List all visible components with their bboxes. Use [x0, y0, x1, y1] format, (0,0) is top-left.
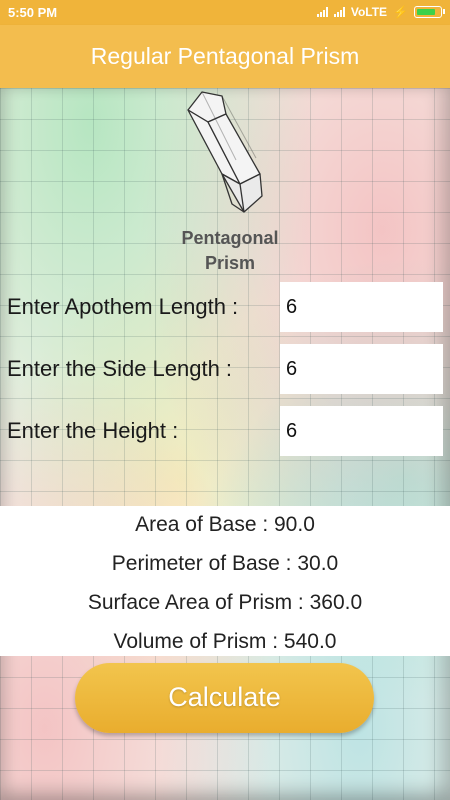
- side-length-row: Enter the Side Length :: [0, 344, 450, 394]
- signal-icon: [316, 7, 328, 17]
- charging-icon: ⚡: [393, 5, 408, 19]
- battery-icon: [414, 6, 445, 18]
- apothem-row: Enter Apothem Length :: [0, 282, 450, 332]
- area-of-base-result: Area of Base : 90.0: [135, 513, 315, 536]
- status-time: 5:50 PM: [8, 5, 58, 20]
- status-bar: 5:50 PM VoLTE ⚡: [0, 0, 450, 25]
- caption-line-1: Pentagonal: [181, 228, 279, 248]
- height-row: Enter the Height :: [0, 406, 450, 456]
- perimeter-of-base-result: Perimeter of Base : 30.0: [111, 552, 339, 575]
- height-input[interactable]: [280, 406, 443, 456]
- side-length-label: Enter the Side Length :: [7, 356, 233, 381]
- pentagonal-prism-illustration: [187, 91, 263, 213]
- prism-caption: Pentagonal Prism: [150, 226, 310, 276]
- apothem-input[interactable]: [280, 282, 443, 332]
- status-icons: VoLTE ⚡: [316, 5, 445, 19]
- network-type-label: VoLTE: [350, 5, 388, 19]
- apothem-label: Enter Apothem Length :: [7, 294, 239, 319]
- surface-area-result: Surface Area of Prism : 360.0: [87, 591, 363, 614]
- app-bar: Regular Pentagonal Prism: [0, 25, 450, 88]
- volume-result: Volume of Prism : 540.0: [113, 630, 337, 653]
- side-length-input[interactable]: [280, 344, 443, 394]
- caption-line-2: Prism: [204, 253, 256, 273]
- signal-icon: [333, 7, 345, 17]
- calculate-button[interactable]: Calculate: [75, 663, 374, 733]
- height-label: Enter the Height :: [7, 418, 179, 443]
- results-panel: Area of Base : 90.0 Perimeter of Base : …: [0, 506, 450, 656]
- app-title: Regular Pentagonal Prism: [90, 43, 360, 69]
